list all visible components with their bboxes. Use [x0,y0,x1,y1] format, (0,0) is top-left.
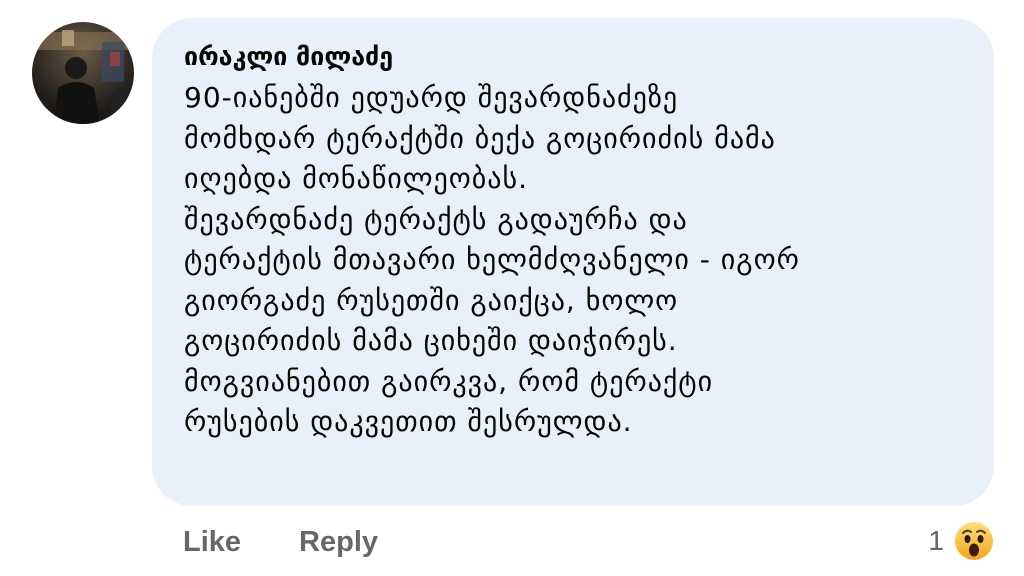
comment-text-line: რუსების დაკვეთით შესრულდა. [184,405,633,438]
reaction-summary[interactable]: 1 [928,518,996,564]
avatar-photo [32,22,134,124]
wow-emoji-icon [952,519,996,563]
comment-text-line: მოგვიანებით გაირკვა, რომ ტერაქტი [184,364,714,398]
comment-text-line: გოცირიძის მამა ციხეში დაიჭირეს. [184,324,678,357]
comment-text-line: შევარდნაძე ტერაქტს გადაურჩა და [184,202,688,236]
comment-actions: Like Reply [183,522,378,562]
reply-button[interactable]: Reply [299,526,378,559]
comment-text-line: ტერაქტის მთავარი ხელმძღვანელი - იგორ [184,243,800,276]
comment-text-line: გიორგაძე რუსეთში გაიქცა, ხოლო [184,283,679,317]
avatar[interactable] [32,22,134,124]
like-button[interactable]: Like [183,526,241,559]
comment-bubble: ირაკლი მილაძე 90-იანებში ედუარდ შევარდნა… [152,18,994,506]
comment-text-line: მომხდარ ტერაქტში ბექა გოცირიძის მამა [184,121,776,155]
comment-text-line: იღებდა მონაწილეობას. [184,162,528,195]
comment-container: ირაკლი მილაძე 90-იანებში ედუარდ შევარდნა… [0,0,1024,576]
reaction-count: 1 [928,525,944,556]
comment-text-line: 90-იანებში ედუარდ შევარდნაძეზე [184,81,679,114]
comment-author[interactable]: ირაკლი მილაძე [184,42,964,72]
